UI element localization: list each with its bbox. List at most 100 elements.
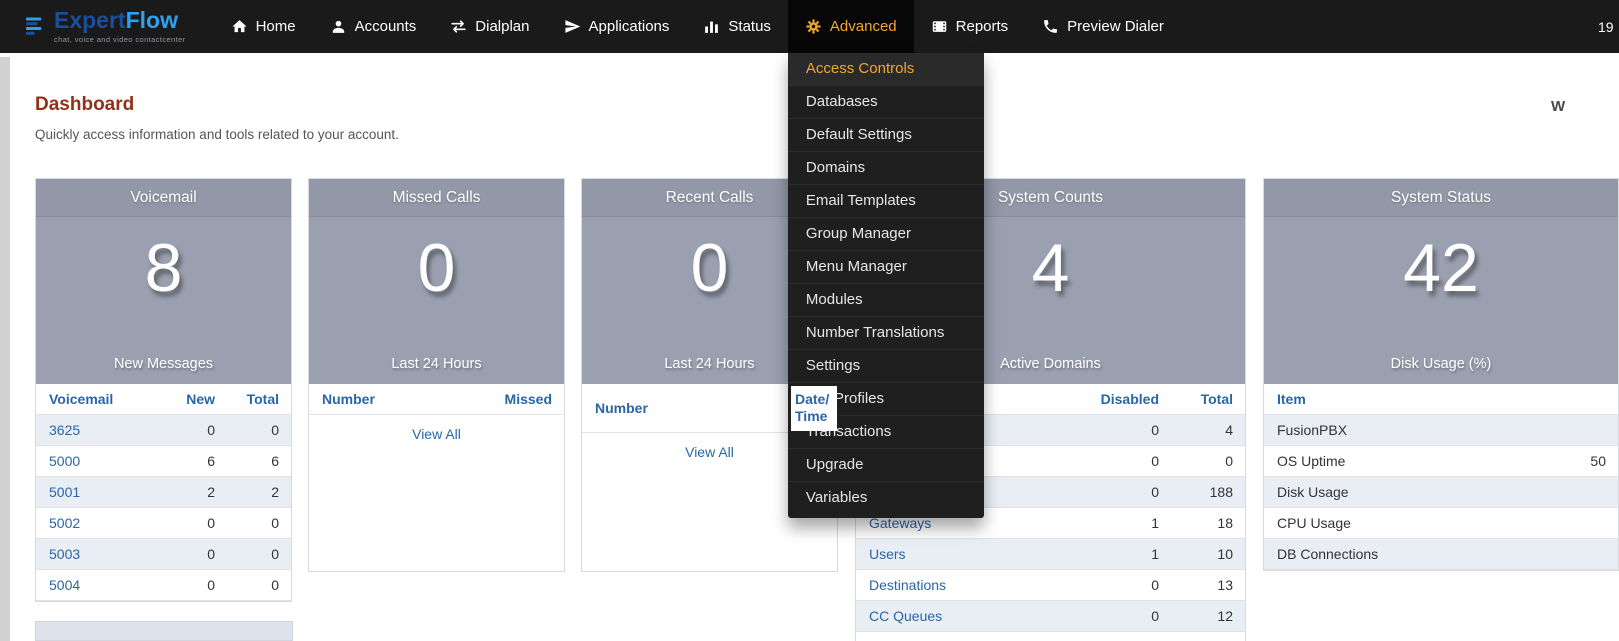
system-counts-link[interactable]: CC Queues (856, 601, 1081, 631)
brand-name: ExpertFlow (54, 9, 186, 32)
home-icon (231, 18, 248, 35)
dropdown-item-email-templates[interactable]: Email Templates (788, 185, 984, 218)
system-status-table-header: Item (1264, 384, 1618, 415)
voicemail-col-total: Total (227, 384, 291, 414)
system-counts-cell: 0 (1081, 446, 1171, 476)
nav-accounts-label: Accounts (355, 18, 417, 35)
nav-advanced[interactable]: Advanced Access ControlsDatabasesDefault… (788, 0, 914, 53)
nav-applications[interactable]: Applications (547, 0, 687, 53)
missed-calls-col-missed: Missed (437, 384, 565, 414)
voicemail-cell: 0 (167, 415, 227, 445)
voicemail-link[interactable]: 5000 (36, 446, 167, 476)
system-status-cell: Disk Usage (1264, 477, 1558, 507)
system-status-row: CPU Usage (1264, 508, 1618, 539)
left-gutter (0, 57, 10, 641)
system-counts-cell: 0 (1081, 477, 1171, 507)
top-nav: ExpertFlow chat, voice and video contact… (0, 0, 1619, 53)
missed-calls-count-label: Last 24 Hours (391, 356, 481, 372)
nav-dialplan-label: Dialplan (475, 18, 529, 35)
voicemail-link[interactable]: 3625 (36, 415, 167, 445)
missed-calls-col-number: Number (309, 384, 437, 414)
voicemail-cell: 0 (227, 539, 291, 569)
recent-calls-count-label: Last 24 Hours (664, 356, 754, 372)
system-status-table: ItemFusionPBXOS Uptime50Disk UsageCPU Us… (1264, 384, 1618, 570)
missed-calls-hud: 0 Last 24 Hours (309, 217, 564, 384)
system-status-card-title: System Status (1264, 179, 1618, 217)
brand-logo[interactable]: ExpertFlow chat, voice and video contact… (26, 0, 186, 53)
clock-fragment: 19 (1598, 0, 1614, 53)
system-counts-row: CC Queues012 (856, 601, 1245, 632)
voicemail-link[interactable]: 5001 (36, 477, 167, 507)
system-counts-cell: 0 (1081, 570, 1171, 600)
system-status-cell: FusionPBX (1264, 415, 1558, 445)
welcome-text-fragment: W (1551, 98, 1565, 115)
nav-reports[interactable]: Reports (914, 0, 1026, 53)
system-status-cell: OS Uptime (1264, 446, 1558, 476)
nav-advanced-label: Advanced (830, 18, 897, 35)
voicemail-cell: 6 (167, 446, 227, 476)
system-status-row: OS Uptime50 (1264, 446, 1618, 477)
dropdown-item-group-manager[interactable]: Group Manager (788, 218, 984, 251)
dropdown-item-variables[interactable]: Variables (788, 482, 984, 514)
system-counts-link[interactable]: Users (856, 539, 1081, 569)
nav-preview-dialer[interactable]: Preview Dialer (1025, 0, 1181, 53)
system-status-count-label: Disk Usage (%) (1391, 356, 1492, 372)
system-status-row: Disk Usage (1264, 477, 1618, 508)
system-status-cell: CPU Usage (1264, 508, 1558, 538)
voicemail-cell: 6 (227, 446, 291, 476)
voicemail-row: 500066 (36, 446, 291, 477)
missed-calls-card: Missed Calls 0 Last 24 Hours NumberMisse… (308, 178, 565, 572)
advanced-dropdown: Access ControlsDatabasesDefault Settings… (788, 53, 984, 518)
page: ExpertFlow chat, voice and video contact… (0, 0, 1619, 641)
dropdown-item-access-controls[interactable]: Access Controls (788, 53, 984, 86)
system-status-col-item: Item (1264, 384, 1618, 414)
recent-calls-table: NumberDate/Time (582, 384, 837, 433)
recent-calls-view-all-link[interactable]: View All (685, 444, 734, 460)
voicemail-cell: 0 (227, 508, 291, 538)
voicemail-cell: 0 (227, 415, 291, 445)
voicemail-table: VoicemailNewTotal36250050006650012250020… (36, 384, 291, 601)
dropdown-item-domains[interactable]: Domains (788, 152, 984, 185)
missed-calls-card-title: Missed Calls (309, 179, 564, 217)
dropdown-item-number-translations[interactable]: Number Translations (788, 317, 984, 350)
dropdown-item-upgrade[interactable]: Upgrade (788, 449, 984, 482)
missed-calls-table: NumberMissed (309, 384, 564, 415)
voicemail-card-title: Voicemail (36, 179, 291, 217)
voicemail-hud: 8 New Messages (36, 217, 291, 384)
voicemail-link[interactable]: 5003 (36, 539, 167, 569)
system-status-hud: 42 Disk Usage (%) (1264, 217, 1618, 384)
nav-accounts[interactable]: Accounts (313, 0, 434, 53)
nav-status[interactable]: Status (686, 0, 788, 53)
dropdown-item-settings[interactable]: Settings (788, 350, 984, 383)
dropdown-item-menu-manager[interactable]: Menu Manager (788, 251, 984, 284)
dropdown-item-databases[interactable]: Databases (788, 86, 984, 119)
nav-home[interactable]: Home (214, 0, 313, 53)
brand-tagline: chat, voice and video contactcenter (54, 35, 186, 44)
recent-calls-col-date-time: Date/Time (791, 386, 837, 431)
system-counts-cell: 1 (1081, 508, 1171, 538)
system-counts-link[interactable]: Destinations (856, 570, 1081, 600)
system-counts-col-disabled: Disabled (1081, 384, 1171, 414)
voicemail-col-voicemail: Voicemail (36, 384, 167, 414)
voicemail-cell: 0 (167, 539, 227, 569)
voicemail-link[interactable]: 5002 (36, 508, 167, 538)
missed-calls-view-all-link[interactable]: View All (412, 426, 461, 442)
system-status-cell (1558, 546, 1618, 562)
system-counts-cell: 10 (1171, 539, 1245, 569)
bar-chart-icon (703, 18, 720, 35)
system-counts-cell: 0 (1081, 415, 1171, 445)
recent-calls-col-number: Number (582, 393, 791, 423)
system-status-row: FusionPBX (1264, 415, 1618, 446)
dropdown-item-default-settings[interactable]: Default Settings (788, 119, 984, 152)
system-status-cell (1558, 515, 1618, 531)
voicemail-table-header: VoicemailNewTotal (36, 384, 291, 415)
system-counts-count: 4 (1032, 221, 1070, 316)
missed-calls-count: 0 (418, 221, 456, 316)
phone-icon (1042, 18, 1059, 35)
voicemail-cell: 0 (167, 570, 227, 600)
system-counts-cell: 4 (1171, 415, 1245, 445)
voicemail-link[interactable]: 5004 (36, 570, 167, 600)
nav-dialplan[interactable]: Dialplan (433, 0, 546, 53)
brand-flow: Flow (126, 7, 178, 33)
dropdown-item-modules[interactable]: Modules (788, 284, 984, 317)
